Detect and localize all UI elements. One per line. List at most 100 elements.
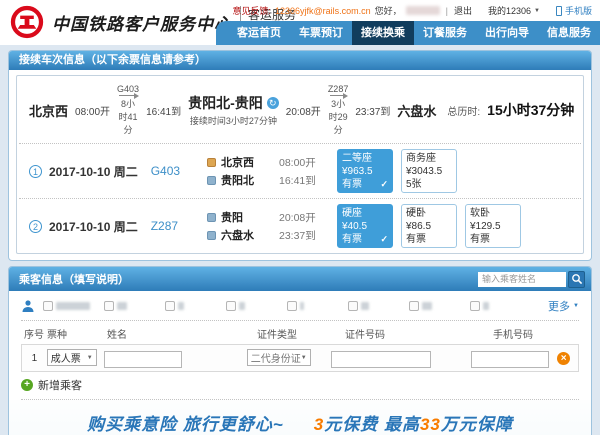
- nav-item-booking[interactable]: 车票预订: [290, 21, 352, 45]
- insurance-max-text: 万元保障: [441, 415, 513, 434]
- ticket-type-select[interactable]: 成人票 ▼: [47, 349, 97, 366]
- passenger-checkbox[interactable]: [43, 301, 53, 311]
- seat-status: 5张: [406, 178, 422, 191]
- seat-option[interactable]: 商务座 ¥3043.5 5张: [401, 149, 457, 193]
- passenger-name-redacted: [361, 302, 369, 310]
- seat-price: ¥3043.5: [406, 165, 452, 178]
- passenger-name-redacted: [117, 302, 127, 310]
- feedback-email-link[interactable]: 12306yjfk@rails.com.cn: [275, 6, 371, 16]
- passenger-name-redacted: [178, 302, 184, 310]
- china-railway-logo-icon: [10, 5, 44, 39]
- add-passenger-link[interactable]: 新增乘客: [38, 377, 82, 393]
- name-field[interactable]: [104, 351, 182, 368]
- col-ticket-type: 票种: [47, 326, 107, 341]
- passenger-name-redacted: [483, 302, 489, 310]
- passenger-panel: 乘客信息（填写说明）: [8, 266, 592, 435]
- seat-option-selected[interactable]: 二等座 ¥963.5 有票 ✓: [337, 149, 393, 193]
- train-code-link[interactable]: G403: [151, 164, 180, 178]
- nav-item-meal[interactable]: 订餐服务: [414, 21, 476, 45]
- more-link[interactable]: 更多 ▼: [548, 298, 579, 314]
- chevron-down-icon: ▼: [301, 355, 307, 361]
- to-station: 六盘水: [221, 227, 269, 243]
- seat-type: 二等座: [342, 152, 388, 165]
- main-nav: 客运首页 车票预订 接续换乘 订餐服务 出行向导 信息服务: [216, 21, 600, 45]
- row-number: 1: [22, 353, 47, 364]
- seat-type: 商务座: [406, 152, 452, 165]
- train-date: 2017-10-10 周二: [49, 163, 138, 180]
- seat-status: 有票: [342, 178, 362, 191]
- passenger-checkbox[interactable]: [409, 301, 419, 311]
- passenger-name-redacted: [239, 302, 245, 310]
- seat-type: 硬座: [342, 207, 388, 220]
- arrive-station-icon: [207, 231, 216, 240]
- passenger-search-input[interactable]: [478, 272, 566, 287]
- nav-item-home[interactable]: 客运首页: [228, 21, 290, 45]
- mobile-version-link[interactable]: 手机版: [556, 4, 592, 17]
- col-name: 姓名: [107, 326, 257, 341]
- passenger-checkbox[interactable]: [287, 301, 297, 311]
- phone-field[interactable]: [471, 351, 549, 368]
- from-station: 北京西: [221, 154, 269, 170]
- person-icon: [21, 299, 35, 313]
- transfer-icon: ↻: [267, 97, 279, 109]
- seat-option-selected[interactable]: 硬座 ¥40.5 有票 ✓: [337, 204, 393, 248]
- logout-link[interactable]: 退出: [454, 4, 472, 17]
- delete-passenger-icon[interactable]: ×: [557, 352, 570, 365]
- depart-time: 08:00开: [279, 155, 316, 170]
- saved-passenger-row: 更多 ▼: [9, 291, 591, 320]
- seat-type: 硬卧: [406, 207, 452, 220]
- arrow-line-icon: [330, 95, 347, 96]
- nav-item-info[interactable]: 信息服务: [538, 21, 600, 45]
- seat-option[interactable]: 硬卧 ¥86.5 有票: [401, 204, 457, 248]
- passenger-table: 序号 票种 姓名 证件类型 证件号码 手机号码 1 成人票 ▼: [21, 323, 579, 372]
- search-icon: [571, 273, 583, 285]
- col-phone: 手机号码: [493, 326, 549, 341]
- check-icon: ✓: [380, 233, 388, 246]
- arrive-time-2: 23:37到: [355, 103, 390, 118]
- passenger-checkbox[interactable]: [104, 301, 114, 311]
- id-type-value: 二代身份证: [251, 350, 301, 365]
- passenger-search: [478, 271, 585, 288]
- search-button[interactable]: [568, 271, 585, 288]
- insurance-price-number: 3: [314, 415, 324, 434]
- passenger-name-redacted: [422, 302, 432, 310]
- seat-status: 有票: [470, 233, 490, 246]
- passenger-checkbox[interactable]: [348, 301, 358, 311]
- transfer-block: 贵阳北-贵阳 ↻ 接续时间3小时27分钟: [188, 93, 279, 127]
- passenger-checkbox[interactable]: [165, 301, 175, 311]
- nav-item-transfer[interactable]: 接续换乘: [352, 21, 414, 45]
- insurance-max-number: 33: [420, 415, 441, 434]
- total-duration-label: 总历时:: [447, 103, 480, 118]
- seat-option[interactable]: 软卧 ¥129.5 有票: [465, 204, 521, 248]
- train-row: 1 2017-10-10 周二 G403 北京西 08:00开 贵阳北: [17, 144, 583, 198]
- passenger-checkbox[interactable]: [226, 301, 236, 311]
- transfer-info-panel: 接续车次信息（以下余票信息请参考） 北京西 08:00开 G403 8小时41分…: [8, 50, 592, 261]
- journey-summary: 北京西 08:00开 G403 8小时41分 16:41到 贵阳北-贵阳 ↻ 接…: [17, 76, 583, 143]
- insurance-max-prefix: 最高: [384, 415, 420, 434]
- transfer-station: 贵阳北-贵阳: [188, 93, 263, 113]
- col-no: 序号: [21, 326, 47, 341]
- topbar: 意见反馈: 12306yjfk@rails.com.cn 您好， | 退出 我的…: [232, 4, 592, 17]
- train-date: 2017-10-10 周二: [49, 218, 138, 235]
- destination-station: 六盘水: [397, 101, 436, 120]
- username-redacted: [406, 6, 440, 15]
- depart-time: 20:08开: [279, 210, 316, 225]
- insurance-price-text: 元保费: [324, 415, 378, 434]
- id-number-field[interactable]: [331, 351, 431, 368]
- my12306-link[interactable]: 我的12306 ▼: [488, 4, 540, 17]
- feedback-label: 意见反馈:: [232, 4, 271, 17]
- depart-time-2: 20:08开: [286, 103, 321, 118]
- from-station: 贵阳: [221, 209, 269, 225]
- arrive-time: 23:37到: [279, 228, 316, 243]
- mobile-label: 手机版: [565, 4, 592, 17]
- id-type-select[interactable]: 二代身份证 ▼: [247, 349, 311, 366]
- seat-status: 有票: [406, 233, 426, 246]
- insurance-banner[interactable]: 购买乘意险 旅行更舒心~3元保费 最高33万元保障 乘意险由中国铁路财产保险自保…: [9, 400, 591, 435]
- seat-status: 有票: [342, 233, 362, 246]
- arrive-time-1: 16:41到: [146, 103, 181, 118]
- depart-station-icon: [207, 213, 216, 222]
- passenger-panel-title: 乘客信息（填写说明）: [19, 271, 478, 287]
- passenger-checkbox[interactable]: [470, 301, 480, 311]
- train-code-link[interactable]: Z287: [151, 219, 178, 233]
- nav-item-guide[interactable]: 出行向导: [476, 21, 538, 45]
